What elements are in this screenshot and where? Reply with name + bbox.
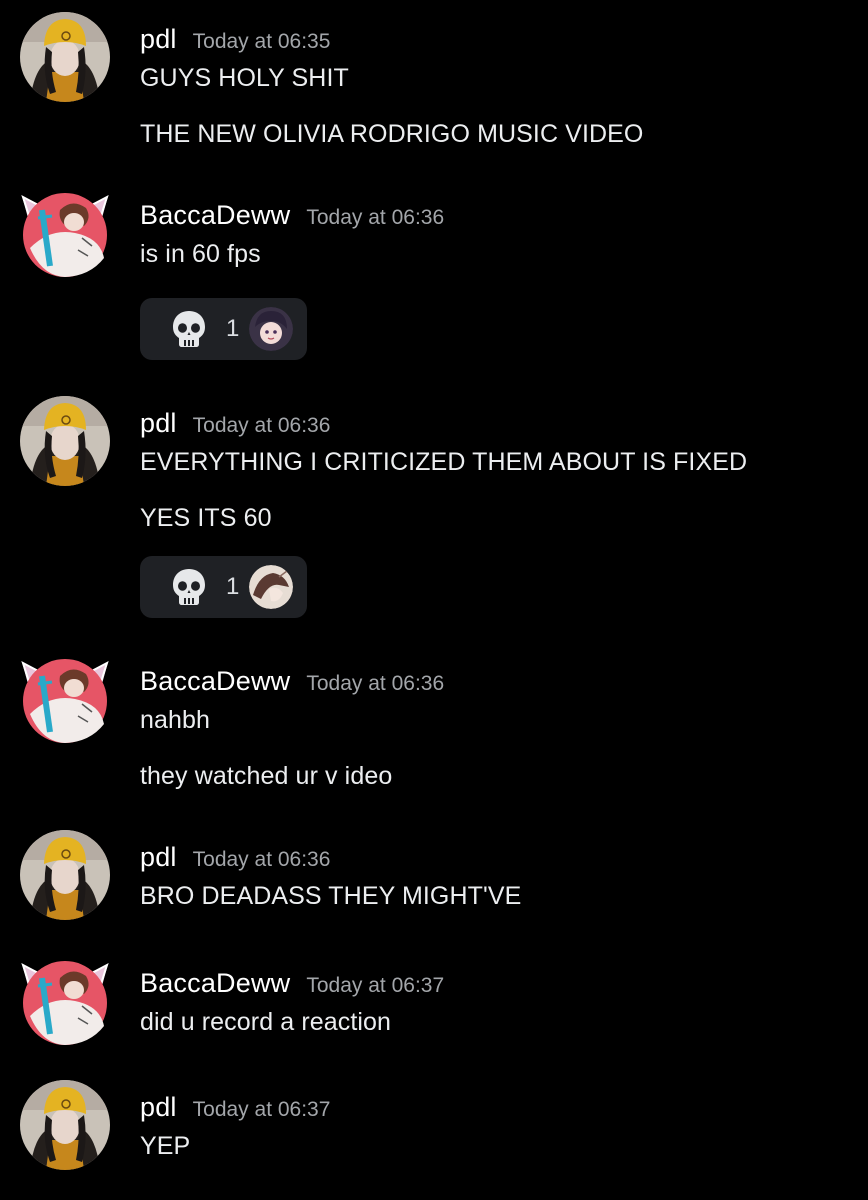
username[interactable]: pdl — [140, 1092, 177, 1123]
message-text: BRO DEADASS THEY MIGHT'VE — [140, 882, 522, 910]
username[interactable]: pdl — [140, 24, 177, 55]
reactor-avatar-icon — [249, 565, 293, 609]
timestamp: Today at 06:37 — [192, 1098, 331, 1121]
message-header: pdl Today at 06:35 — [140, 24, 330, 64]
timestamp: Today at 06:36 — [306, 206, 445, 229]
username[interactable]: BaccaDeww — [140, 666, 290, 697]
message-text: nahbh — [140, 706, 211, 734]
username[interactable]: BaccaDeww — [140, 968, 290, 999]
timestamp: Today at 06:35 — [192, 30, 331, 53]
pdl-avatar-icon[interactable] — [20, 1080, 110, 1170]
reaction-count: 1 — [226, 315, 240, 342]
reaction-button[interactable]: 1 — [140, 556, 307, 618]
username[interactable]: BaccaDeww — [140, 200, 290, 231]
reaction-button[interactable]: 1 — [140, 298, 307, 360]
timestamp: Today at 06:36 — [192, 848, 331, 871]
baccadeww-avatar-icon[interactable] — [20, 188, 110, 278]
message-header: pdl Today at 06:36 — [140, 842, 330, 882]
message-text: is in 60 fps — [140, 240, 261, 268]
pdl-avatar-icon[interactable] — [20, 396, 110, 486]
message-header: pdl Today at 06:37 — [140, 1092, 330, 1132]
message-header: pdl Today at 06:36 — [140, 408, 330, 448]
pdl-avatar-icon[interactable] — [20, 830, 110, 920]
message-text: GUYS HOLY SHIT — [140, 64, 349, 92]
message-header: BaccaDeww Today at 06:36 — [140, 666, 444, 706]
reaction-count: 1 — [226, 573, 240, 600]
reactor-avatar-icon — [249, 307, 293, 351]
timestamp: Today at 06:36 — [306, 672, 445, 695]
timestamp: Today at 06:37 — [306, 974, 445, 997]
timestamp: Today at 06:36 — [192, 414, 331, 437]
username[interactable]: pdl — [140, 408, 177, 439]
message-text: THE NEW OLIVIA RODRIGO MUSIC VIDEO — [140, 120, 644, 148]
message-header: BaccaDeww Today at 06:36 — [140, 200, 444, 240]
baccadeww-avatar-icon[interactable] — [20, 654, 110, 744]
message-text: YEP — [140, 1132, 191, 1160]
message-header: BaccaDeww Today at 06:37 — [140, 968, 444, 1008]
pdl-avatar-icon[interactable] — [20, 12, 110, 102]
message-text: YES ITS 60 — [140, 504, 272, 532]
baccadeww-avatar-icon[interactable] — [20, 956, 110, 1046]
skull-icon — [172, 568, 206, 606]
username[interactable]: pdl — [140, 842, 177, 873]
message-text: they watched ur v ideo — [140, 762, 393, 790]
skull-icon — [172, 310, 206, 348]
message-text: EVERYTHING I CRITICIZED THEM ABOUT IS FI… — [140, 448, 748, 476]
message-text: did u record a reaction — [140, 1008, 392, 1036]
